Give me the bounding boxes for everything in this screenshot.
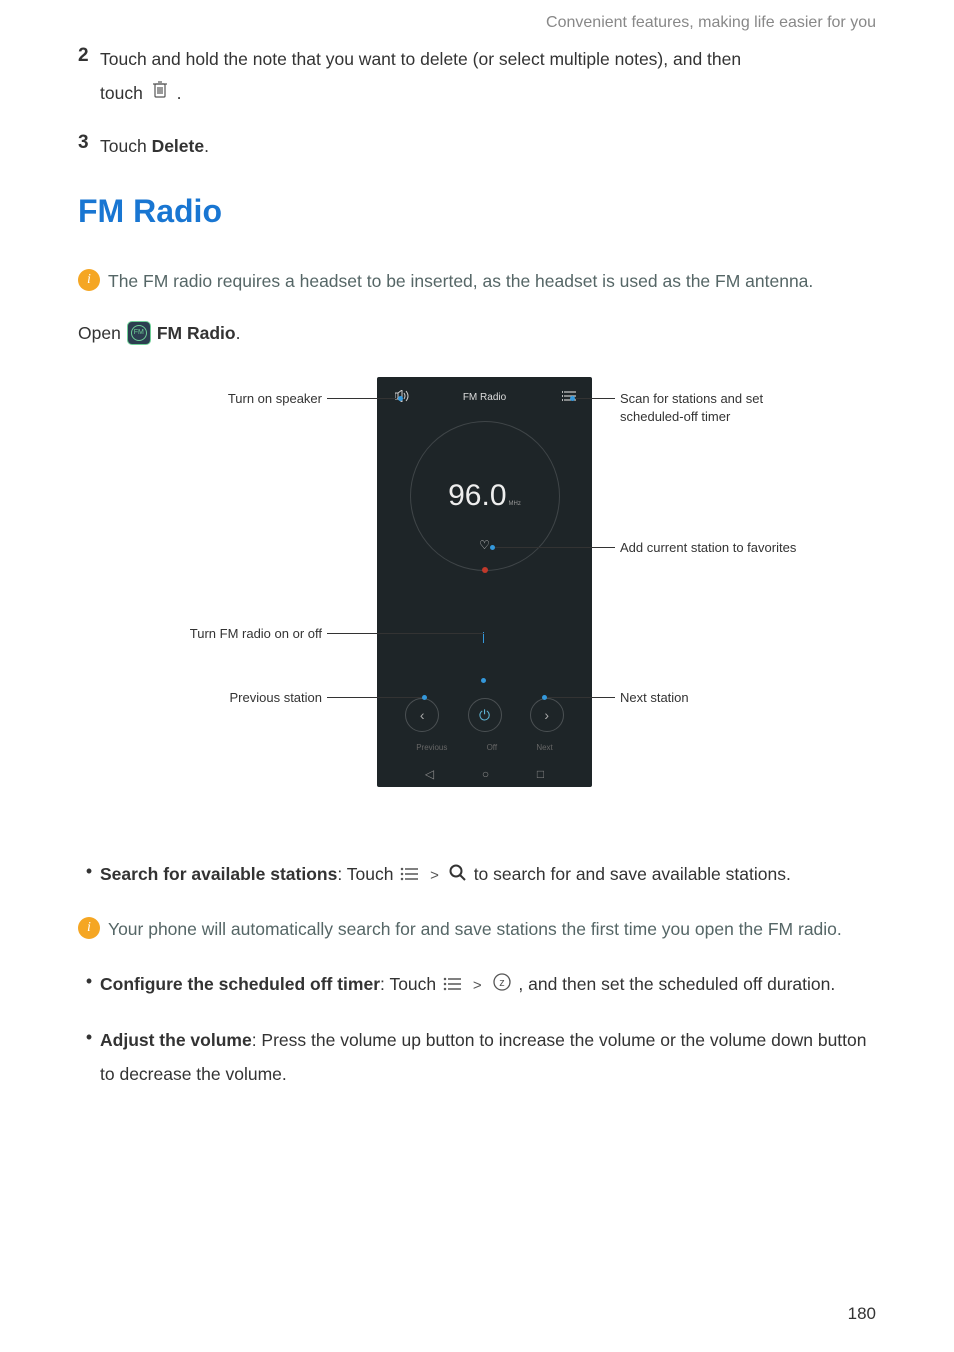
fm-radio-app-icon: FM xyxy=(127,321,151,345)
step-2: 2 Touch and hold the note that you want … xyxy=(78,42,876,111)
bullet-dot: • xyxy=(78,1023,100,1091)
svg-text:z: z xyxy=(499,977,505,989)
power-button[interactable]: ⏻ xyxy=(468,698,502,732)
list-icon xyxy=(400,859,420,893)
leader-line xyxy=(327,633,484,634)
text: touch xyxy=(100,83,143,103)
leader-line xyxy=(495,547,615,548)
search-icon xyxy=(449,859,467,893)
header-breadcrumb: Convenient features, making life easier … xyxy=(78,0,876,42)
step-text: Touch Delete. xyxy=(100,129,209,163)
text: to search for and save available station… xyxy=(474,864,791,884)
nav-back-icon[interactable]: ◁ xyxy=(425,767,434,781)
app-name: FM Radio xyxy=(157,323,236,343)
step-text: Touch and hold the note that you want to… xyxy=(100,42,741,111)
label-speaker: Turn on speaker xyxy=(172,390,322,408)
label-menu: Scan for stations and set scheduled-off … xyxy=(620,390,790,426)
ctrl-label-next: Next xyxy=(536,743,552,752)
text: : Touch xyxy=(380,974,441,994)
next-button[interactable]: › xyxy=(530,698,564,732)
phone-screenshot: FM Radio 96.0MHz ♡ ‹ ⏻ › Previous Off Ne… xyxy=(377,377,592,787)
label-next: Next station xyxy=(620,689,770,707)
open-instruction: Open FM FM Radio. xyxy=(78,319,876,347)
bold: Adjust the volume xyxy=(100,1030,252,1050)
step-number: 3 xyxy=(78,129,100,163)
chevron-icon: > xyxy=(473,977,482,994)
bold: Search for available stations xyxy=(100,864,337,884)
leader-line xyxy=(575,398,615,399)
previous-button[interactable]: ‹ xyxy=(405,698,439,732)
bullet-timer: • Configure the scheduled off timer: Tou… xyxy=(78,967,876,1003)
label-power: Turn FM radio on or off xyxy=(162,625,322,643)
step-number: 2 xyxy=(78,42,100,111)
info-note: i The FM radio requires a headset to be … xyxy=(78,265,876,297)
delete-label: Delete xyxy=(152,136,205,156)
bullet-dot: • xyxy=(78,857,100,893)
frequency-unit: MHz xyxy=(509,501,521,507)
ctrl-label-prev: Previous xyxy=(416,743,447,752)
frequency-dial[interactable]: 96.0MHz ♡ xyxy=(410,421,560,571)
text: Touch xyxy=(100,136,152,156)
bullet-text: Search for available stations: Touch > t… xyxy=(100,857,791,893)
bold: Configure the scheduled off timer xyxy=(100,974,380,994)
phone-title: FM Radio xyxy=(463,392,506,403)
info-text: Your phone will automatically search for… xyxy=(108,913,842,945)
info-icon: i xyxy=(78,269,100,291)
page-number: 180 xyxy=(848,1304,876,1324)
text: , and then set the scheduled off duratio… xyxy=(518,974,835,994)
info-text: The FM radio requires a headset to be in… xyxy=(108,265,813,297)
bullet-text: Configure the scheduled off timer: Touch… xyxy=(100,967,835,1003)
nav-recent-icon[interactable]: □ xyxy=(537,767,544,781)
label-previous: Previous station xyxy=(172,689,322,707)
bullet-volume: • Adjust the volume: Press the volume up… xyxy=(78,1023,876,1091)
dial-indicator xyxy=(482,567,488,573)
bullet-search: • Search for available stations: Touch >… xyxy=(78,857,876,893)
text: Scan for stations and set xyxy=(620,391,763,406)
chevron-icon: > xyxy=(430,867,439,884)
leader-line xyxy=(327,697,422,698)
leader-line xyxy=(547,697,615,698)
trash-icon xyxy=(150,77,170,111)
bullet-dot: • xyxy=(78,967,100,1003)
heart-icon[interactable]: ♡ xyxy=(479,538,490,552)
bullet-text: Adjust the volume: Press the volume up b… xyxy=(100,1023,876,1091)
text: Touch and hold the note that you want to… xyxy=(100,49,741,69)
label-favorite: Add current station to favorites xyxy=(620,539,830,557)
info-icon: i xyxy=(78,917,100,939)
step-3: 3 Touch Delete. xyxy=(78,129,876,163)
section-title: FM Radio xyxy=(78,193,876,230)
leader-line xyxy=(327,398,397,399)
text: : Touch xyxy=(337,864,398,884)
diagram: FM Radio 96.0MHz ♡ ‹ ⏻ › Previous Off Ne… xyxy=(78,377,876,817)
text: scheduled-off timer xyxy=(620,409,730,424)
text: . xyxy=(204,136,209,156)
frequency-value: 96.0 xyxy=(448,479,506,512)
list-icon xyxy=(443,969,463,1003)
text: . xyxy=(177,83,182,103)
text: . xyxy=(236,323,241,343)
ctrl-label-off: Off xyxy=(487,743,498,752)
text: Open xyxy=(78,319,121,347)
sleep-timer-icon: z xyxy=(492,969,512,1003)
nav-home-icon[interactable]: ○ xyxy=(482,767,489,781)
info-note-2: i Your phone will automatically search f… xyxy=(78,913,876,945)
